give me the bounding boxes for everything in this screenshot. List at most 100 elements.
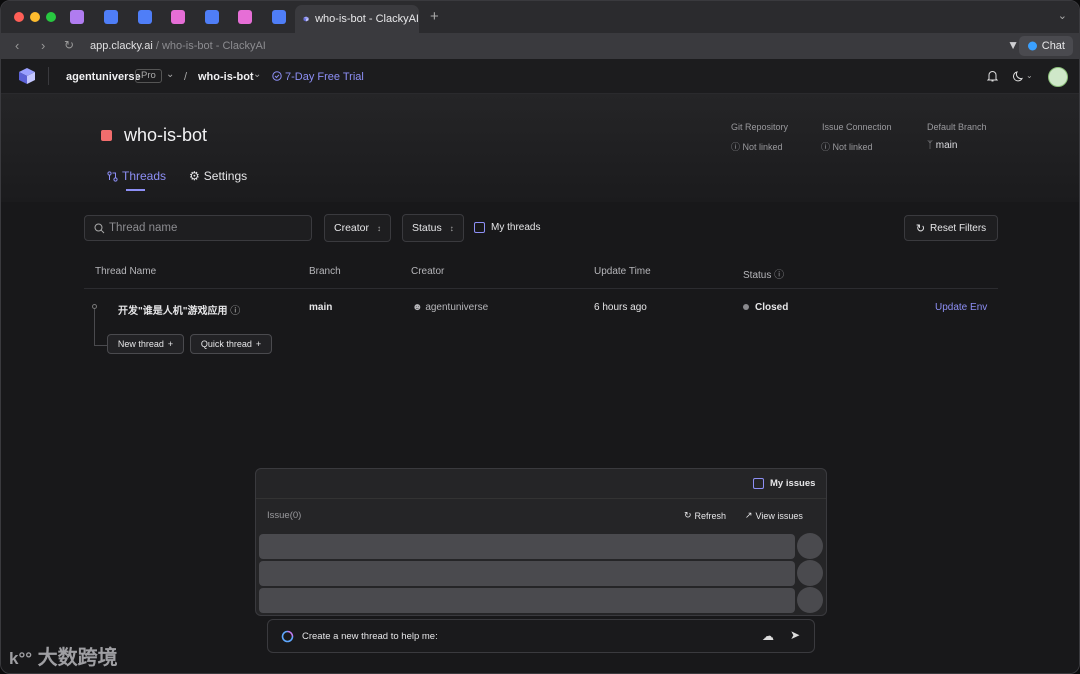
default-branch-label: Default Branch (927, 122, 987, 132)
clacky-logo-icon[interactable] (17, 66, 37, 86)
issue-skeleton-row (259, 561, 795, 586)
status-dot (743, 304, 749, 311)
watermark-logo-icon: k°° (9, 649, 33, 668)
browser-tab-icon[interactable] (272, 10, 286, 24)
header-divider (48, 67, 49, 85)
issue-skeleton-row (259, 534, 795, 559)
quick-thread-button[interactable]: Quick thread + (190, 334, 272, 354)
status-select[interactable]: Status ↕ (402, 214, 464, 242)
browser-tab-icon[interactable] (238, 10, 252, 24)
issue-skeleton-row (259, 588, 795, 613)
tab-settings[interactable]: ⚙ Settings (189, 169, 247, 183)
column-header-status: Status ⓘ (743, 266, 784, 281)
thread-creator: ☻ agentuniverse (412, 302, 488, 313)
prompt-bar[interactable]: Create a new thread to help me: ☁ ➤ (267, 619, 815, 653)
send-icon[interactable]: ➤ (790, 628, 800, 642)
my-issues-checkbox[interactable] (753, 478, 764, 489)
refresh-label: Refresh (694, 510, 727, 521)
project-chevron-down-icon[interactable]: ⌄ (253, 69, 261, 80)
thread-name-cell[interactable]: 开发"谁是人机"游戏应用 ⓘ (118, 302, 240, 317)
my-threads-label[interactable]: My threads (491, 222, 540, 233)
close-window-button[interactable] (14, 12, 24, 22)
external-link-icon: ↗ (745, 510, 753, 520)
check-circle-icon (272, 71, 282, 81)
extension-icon[interactable]: ▼ (1007, 38, 1019, 52)
app-window: who-is-bot - ClackyAI + ⌄ ‹ › ↻ app.clac… (0, 0, 1080, 674)
active-tab-indicator (126, 189, 145, 191)
browser-tab-icon[interactable] (171, 10, 185, 24)
browser-tab-icon[interactable] (138, 10, 152, 24)
thread-search-input[interactable] (109, 220, 304, 236)
git-repository-value[interactable]: ⓘ Not linked (731, 140, 783, 153)
quick-thread-label: Quick thread (200, 339, 252, 349)
update-env-link[interactable]: Update Env (935, 302, 987, 313)
browser-tab-icon[interactable] (104, 10, 118, 24)
project-hero: who-is-bot Git Repository ⓘ Not linked I… (1, 94, 1079, 202)
tab-settings-label: Settings (203, 169, 248, 183)
upload-cloud-icon[interactable]: ☁ (762, 629, 774, 643)
creator-select[interactable]: Creator ↕ (324, 214, 392, 242)
spinner-icon (281, 630, 294, 643)
refresh-button[interactable]: ↻ Refresh (684, 510, 726, 521)
trial-badge[interactable]: 7-Day Free Trial (272, 71, 364, 83)
column-header-thread-name: Thread Name (95, 266, 157, 277)
thread-tree-line (94, 308, 95, 346)
theme-chevron-down-icon[interactable]: ⌄ (1026, 71, 1033, 80)
view-issues-label: View issues (755, 510, 803, 521)
maximize-window-button[interactable] (46, 12, 56, 22)
info-icon[interactable]: ⓘ (774, 270, 784, 281)
project-icon (101, 130, 112, 141)
my-threads-checkbox[interactable] (474, 222, 485, 233)
url-field[interactable]: app.clacky.ai / who-is-bot - ClackyAI (90, 40, 266, 52)
reset-icon: ↻ (915, 222, 926, 235)
issue-skeleton-avatar (797, 560, 823, 586)
avatar[interactable] (1048, 67, 1068, 87)
search-box (84, 215, 312, 241)
tab-threads[interactable]: Threads (107, 169, 166, 183)
browser-tab-active[interactable]: who-is-bot - ClackyAI (295, 5, 419, 33)
thread-name: 开发"谁是人机"游戏应用 (118, 306, 228, 317)
column-header-creator: Creator (411, 266, 445, 277)
thread-creator-name: agentuniverse (425, 302, 489, 313)
chat-button-label: Chat (1041, 40, 1065, 52)
bell-icon[interactable] (987, 70, 998, 82)
table-divider (84, 288, 998, 289)
thread-branch: main (309, 302, 333, 313)
issue-connection-value[interactable]: ⓘ Not linked (821, 140, 873, 153)
default-branch-name: main (935, 140, 958, 151)
user-icon: ☻ (412, 302, 423, 313)
org-name[interactable]: agentuniverse (66, 71, 141, 83)
view-issues-button[interactable]: ↗ View issues (745, 510, 803, 521)
new-thread-button[interactable]: New thread + (107, 334, 184, 354)
issue-panel: My issues Issue(0) ↻ Refresh ↗ View issues (255, 468, 827, 616)
minimize-window-button[interactable] (30, 12, 40, 22)
org-chevron-down-icon[interactable]: ⌄ (166, 69, 174, 80)
browser-tab-title: who-is-bot - ClackyAI (315, 13, 419, 25)
info-icon[interactable]: ⓘ (230, 306, 240, 317)
column-header-branch: Branch (309, 266, 341, 277)
my-issues-label[interactable]: My issues (770, 478, 815, 489)
tab-list-chevron-icon[interactable]: ⌄ (1058, 9, 1067, 22)
browser-tab-icon[interactable] (70, 10, 84, 24)
git-repository-status: Not linked (742, 142, 783, 152)
trial-label: 7-Day Free Trial (285, 71, 364, 83)
url-domain: app.clacky.ai (90, 40, 153, 52)
tab-threads-label: Threads (122, 169, 167, 183)
reload-icon[interactable]: ↻ (64, 38, 74, 52)
browser-tab-icon[interactable] (205, 10, 219, 24)
info-icon: ⓘ (821, 142, 831, 152)
prompt-text: Create a new thread to help me: (302, 631, 438, 642)
browser-tab-bar: who-is-bot - ClackyAI + ⌄ (1, 1, 1079, 33)
back-arrow-icon[interactable]: ‹ (15, 38, 19, 53)
reset-filters-button[interactable]: ↻ Reset Filters (904, 215, 998, 241)
info-icon: ⓘ (731, 142, 741, 152)
creator-select-label: Creator (334, 222, 370, 234)
chat-button[interactable]: Chat (1018, 36, 1073, 56)
forward-arrow-icon[interactable]: › (41, 38, 45, 53)
issue-connection-status: Not linked (832, 142, 873, 152)
moon-icon[interactable] (1013, 70, 1025, 82)
watermark-text: 大数跨境 (37, 647, 118, 669)
new-tab-icon[interactable]: + (430, 8, 439, 25)
issue-count: Issue(0) (267, 510, 302, 521)
project-name[interactable]: who-is-bot (198, 71, 254, 83)
